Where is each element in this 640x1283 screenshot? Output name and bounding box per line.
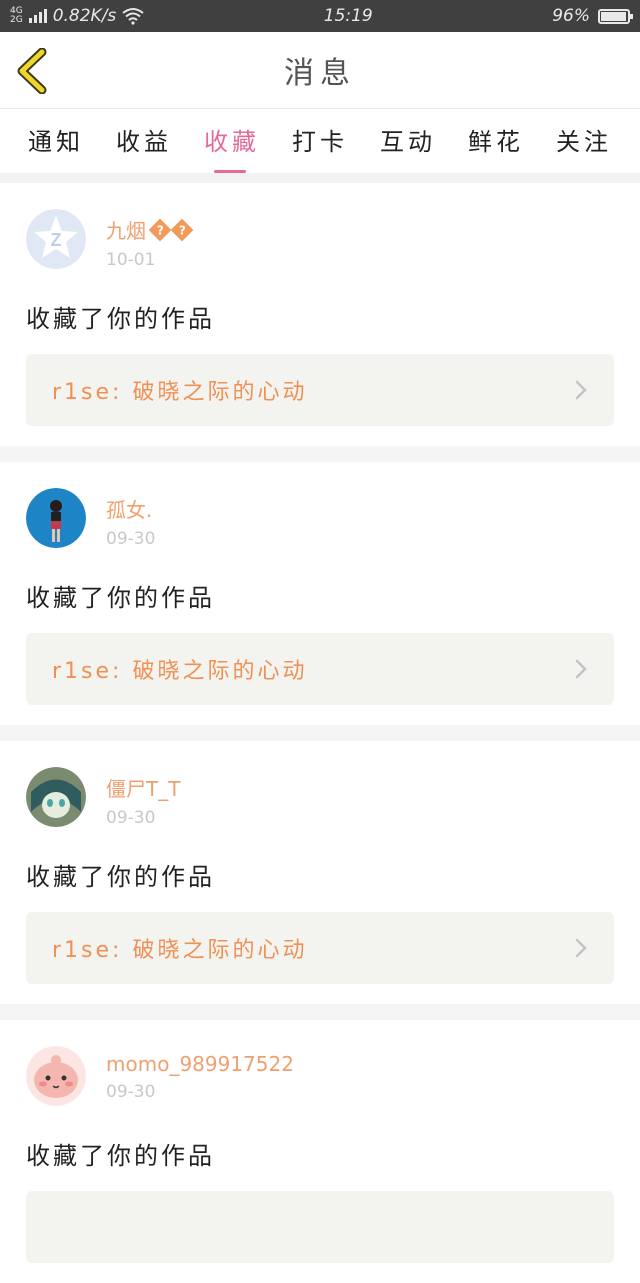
tab-interaction[interactable]: 互动 [380,122,436,161]
tab-checkin[interactable]: 打卡 [292,122,348,161]
chevron-right-icon [575,938,587,958]
network-type: 4G 2G [10,7,23,25]
wifi-icon [122,8,144,25]
favorited-work-link[interactable] [26,1191,614,1263]
action-text: 收藏了你的作品 [26,584,215,612]
status-bar: 4G 2G 0.82K/s 15:19 96% [0,0,640,32]
avatar[interactable]: Z [26,209,86,269]
badge-icon: ? [170,218,194,241]
user-row: 僵尸T_T 09-30 [26,741,614,837]
work-title: r1se: 破晓之际的心动 [52,659,308,684]
username[interactable]: 孤女. [106,494,155,523]
username-text: 九烟 [106,219,146,243]
status-left: 4G 2G 0.82K/s [10,6,144,26]
status-right: 96% [552,6,633,26]
divider [0,173,640,183]
action-text: 收藏了你的作品 [26,1142,215,1170]
user-row: 孤女. 09-30 [26,462,614,558]
tab-notice[interactable]: 通知 [28,122,84,161]
svg-text:Z: Z [51,230,62,250]
battery-icon [598,8,633,24]
message-list: Z 九烟?? 10-01 收藏了你的作品 r1se: 破晓之际的心动 孤女. 09-30 收藏… [0,183,640,1283]
action-text: 收藏了你的作品 [26,305,215,333]
message-card: Z 九烟?? 10-01 收藏了你的作品 r1se: 破晓之际的心动 [0,183,640,446]
tab-favorites[interactable]: 收藏 [204,122,260,173]
battery-percent: 96% [552,6,590,26]
card-separator [0,1004,640,1020]
username-text: 孤女. [106,498,153,522]
signal-icon [28,9,47,23]
message-card: 僵尸T_T 09-30 收藏了你的作品 r1se: 破晓之际的心动 [0,741,640,1004]
message-card: 孤女. 09-30 收藏了你的作品 r1se: 破晓之际的心动 [0,462,640,725]
tab-income[interactable]: 收益 [116,122,172,161]
user-meta: momo_989917522 09-30 [106,1052,294,1102]
status-time: 15:19 [323,6,373,26]
chevron-right-icon [575,659,587,679]
page-header: 消息 [0,32,640,109]
avatar[interactable] [26,488,86,548]
user-row: momo_989917522 09-30 [26,1020,614,1116]
work-title: r1se: 破晓之际的心动 [52,380,308,405]
action-text: 收藏了你的作品 [26,863,215,891]
user-meta: 孤女. 09-30 [106,494,155,549]
favorited-work-link[interactable]: r1se: 破晓之际的心动 [26,354,614,426]
user-row: Z 九烟?? 10-01 [26,183,614,279]
message-date: 09-30 [106,808,156,828]
username-text: momo_989917522 [106,1052,294,1076]
username[interactable]: 九烟?? [106,215,194,244]
message-date: 09-30 [106,1082,156,1102]
favorited-work-link[interactable]: r1se: 破晓之际的心动 [26,633,614,705]
tab-follow[interactable]: 关注 [556,122,612,161]
user-meta: 九烟?? 10-01 [106,215,194,270]
tab-bar: 通知 收益 收藏 打卡 互动 鲜花 关注 [0,109,640,173]
network-speed: 0.82K/s [52,6,117,26]
page-title: 消息 [284,56,356,91]
tab-flowers[interactable]: 鲜花 [468,122,524,161]
work-title: r1se: 破晓之际的心动 [52,938,308,963]
user-meta: 僵尸T_T 09-30 [106,773,180,828]
badge-icon: ? [148,218,172,241]
username[interactable]: 僵尸T_T [106,773,180,802]
username[interactable]: momo_989917522 [106,1052,294,1076]
message-card: momo_989917522 09-30 收藏了你的作品 [0,1020,640,1283]
back-arrow-icon[interactable] [14,48,54,94]
message-date: 09-30 [106,529,156,549]
network-2g: 2G [10,15,23,25]
chevron-right-icon [575,380,587,400]
card-separator [0,446,640,462]
message-date: 10-01 [106,250,156,270]
favorited-work-link[interactable]: r1se: 破晓之际的心动 [26,912,614,984]
card-separator [0,725,640,741]
avatar[interactable] [26,767,86,827]
avatar[interactable] [26,1046,86,1106]
username-text: 僵尸T_T [106,777,181,801]
